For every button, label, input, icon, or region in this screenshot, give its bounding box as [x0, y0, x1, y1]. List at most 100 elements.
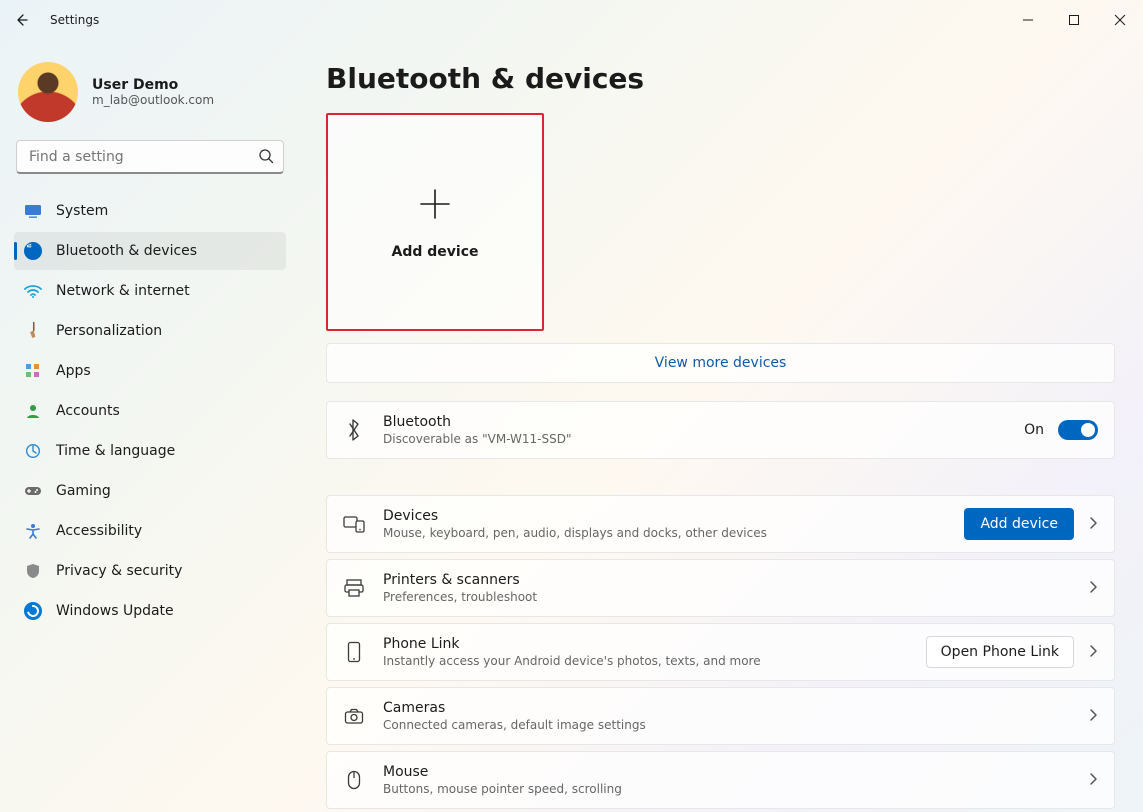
- user-account-row[interactable]: User Demo m_lab@outlook.com: [14, 60, 286, 136]
- maximize-icon: [1068, 14, 1080, 26]
- sidebar-item-bluetooth-devices[interactable]: ็ Bluetooth & devices: [14, 232, 286, 270]
- row-texts: Mouse Buttons, mouse pointer speed, scro…: [383, 764, 1070, 796]
- row-right: On: [1024, 420, 1098, 440]
- row-right: [1088, 707, 1098, 726]
- sidebar-item-personalization[interactable]: Personalization: [14, 312, 286, 350]
- row-right: [1088, 771, 1098, 790]
- minimize-icon: [1022, 14, 1034, 26]
- paintbrush-icon: [20, 318, 45, 343]
- window-title: Settings: [50, 13, 99, 27]
- phone-icon: [343, 641, 365, 663]
- content-area: User Demo m_lab@outlook.com System ็ Blu…: [0, 40, 1143, 812]
- bluetooth-toggle-row[interactable]: Bluetooth Discoverable as "VM-W11-SSD" O…: [326, 401, 1115, 459]
- row-subtitle: Connected cameras, default image setting…: [383, 718, 1070, 732]
- plus-icon: [415, 184, 455, 224]
- bluetooth-toggle[interactable]: [1058, 420, 1098, 440]
- system-icon: [24, 202, 42, 220]
- view-more-devices-link[interactable]: View more devices: [326, 343, 1115, 383]
- sidebar-item-label: System: [56, 203, 108, 219]
- devices-icon: [343, 515, 365, 533]
- sidebar-item-label: Bluetooth & devices: [56, 243, 197, 259]
- chevron-right-icon: [1088, 707, 1098, 726]
- user-texts: User Demo m_lab@outlook.com: [92, 77, 214, 107]
- sidebar-item-accessibility[interactable]: Accessibility: [14, 512, 286, 550]
- sidebar-item-label: Personalization: [56, 323, 162, 339]
- sidebar-item-label: Time & language: [56, 443, 175, 459]
- sidebar-item-label: Accounts: [56, 403, 120, 419]
- add-device-button[interactable]: Add device: [964, 508, 1074, 540]
- bluetooth-icon: ็: [24, 242, 42, 260]
- toggle-state-label: On: [1024, 422, 1044, 438]
- sidebar-item-label: Windows Update: [56, 603, 174, 619]
- maximize-button[interactable]: [1051, 0, 1097, 40]
- sidebar-item-time-language[interactable]: Time & language: [14, 432, 286, 470]
- user-email: m_lab@outlook.com: [92, 93, 214, 107]
- mouse-row[interactable]: Mouse Buttons, mouse pointer speed, scro…: [326, 751, 1115, 809]
- accessibility-icon: [24, 522, 42, 540]
- search-input[interactable]: [16, 140, 284, 174]
- row-texts: Printers & scanners Preferences, trouble…: [383, 572, 1070, 604]
- chevron-right-icon: [1088, 771, 1098, 790]
- open-phone-link-button[interactable]: Open Phone Link: [926, 636, 1074, 668]
- devices-row[interactable]: Devices Mouse, keyboard, pen, audio, dis…: [326, 495, 1115, 553]
- row-right: Open Phone Link: [926, 636, 1098, 668]
- sidebar-item-label: Apps: [56, 363, 91, 379]
- apps-icon: [24, 362, 42, 380]
- cameras-row[interactable]: Cameras Connected cameras, default image…: [326, 687, 1115, 745]
- row-texts: Phone Link Instantly access your Android…: [383, 636, 908, 668]
- close-button[interactable]: [1097, 0, 1143, 40]
- row-texts: Devices Mouse, keyboard, pen, audio, dis…: [383, 508, 946, 540]
- sidebar-item-windows-update[interactable]: Windows Update: [14, 592, 286, 630]
- row-texts: Cameras Connected cameras, default image…: [383, 700, 1070, 732]
- phone-link-row[interactable]: Phone Link Instantly access your Android…: [326, 623, 1115, 681]
- chevron-right-icon: [1088, 643, 1098, 662]
- sidebar-item-apps[interactable]: Apps: [14, 352, 286, 390]
- search-container: [16, 140, 284, 174]
- user-name: User Demo: [92, 77, 214, 93]
- printer-icon: [343, 579, 365, 597]
- row-title: Mouse: [383, 764, 1070, 780]
- minimize-button[interactable]: [1005, 0, 1051, 40]
- sidebar-item-accounts[interactable]: Accounts: [14, 392, 286, 430]
- printers-scanners-row[interactable]: Printers & scanners Preferences, trouble…: [326, 559, 1115, 617]
- page-title: Bluetooth & devices: [326, 62, 1115, 95]
- chevron-right-icon: [1088, 579, 1098, 598]
- row-title: Devices: [383, 508, 946, 524]
- titlebar: Settings: [0, 0, 1143, 40]
- close-icon: [1114, 14, 1126, 26]
- sidebar-nav: System ็ Bluetooth & devices Network & i…: [14, 192, 286, 630]
- shield-icon: [24, 562, 42, 580]
- sidebar-item-label: Accessibility: [56, 523, 142, 539]
- add-device-tile-label: Add device: [392, 244, 479, 260]
- search-icon: [258, 148, 274, 168]
- row-subtitle: Buttons, mouse pointer speed, scrolling: [383, 782, 1070, 796]
- row-title: Bluetooth: [383, 414, 1006, 430]
- wifi-icon: [24, 282, 42, 300]
- row-right: [1088, 579, 1098, 598]
- row-title: Cameras: [383, 700, 1070, 716]
- row-title: Printers & scanners: [383, 572, 1070, 588]
- add-device-tile[interactable]: Add device: [326, 113, 544, 331]
- bluetooth-icon: [343, 419, 365, 441]
- sidebar-item-system[interactable]: System: [14, 192, 286, 230]
- sidebar-item-network[interactable]: Network & internet: [14, 272, 286, 310]
- globe-clock-icon: [24, 442, 42, 460]
- row-subtitle: Preferences, troubleshoot: [383, 590, 1070, 604]
- sidebar: User Demo m_lab@outlook.com System ็ Blu…: [0, 40, 300, 812]
- row-subtitle: Mouse, keyboard, pen, audio, displays an…: [383, 526, 946, 540]
- row-subtitle: Discoverable as "VM-W11-SSD": [383, 432, 1006, 446]
- row-title: Phone Link: [383, 636, 908, 652]
- mouse-icon: [343, 770, 365, 790]
- sidebar-item-label: Gaming: [56, 483, 111, 499]
- sidebar-item-label: Network & internet: [56, 283, 190, 299]
- row-subtitle: Instantly access your Android device's p…: [383, 654, 908, 668]
- avatar: [18, 62, 78, 122]
- sidebar-item-privacy[interactable]: Privacy & security: [14, 552, 286, 590]
- chevron-right-icon: [1088, 515, 1098, 534]
- main-content: Bluetooth & devices Add device View more…: [300, 40, 1143, 812]
- gamepad-icon: [24, 482, 42, 500]
- window-controls: [1005, 0, 1143, 40]
- sidebar-item-gaming[interactable]: Gaming: [14, 472, 286, 510]
- back-button[interactable]: [0, 0, 44, 40]
- update-icon: [24, 602, 42, 620]
